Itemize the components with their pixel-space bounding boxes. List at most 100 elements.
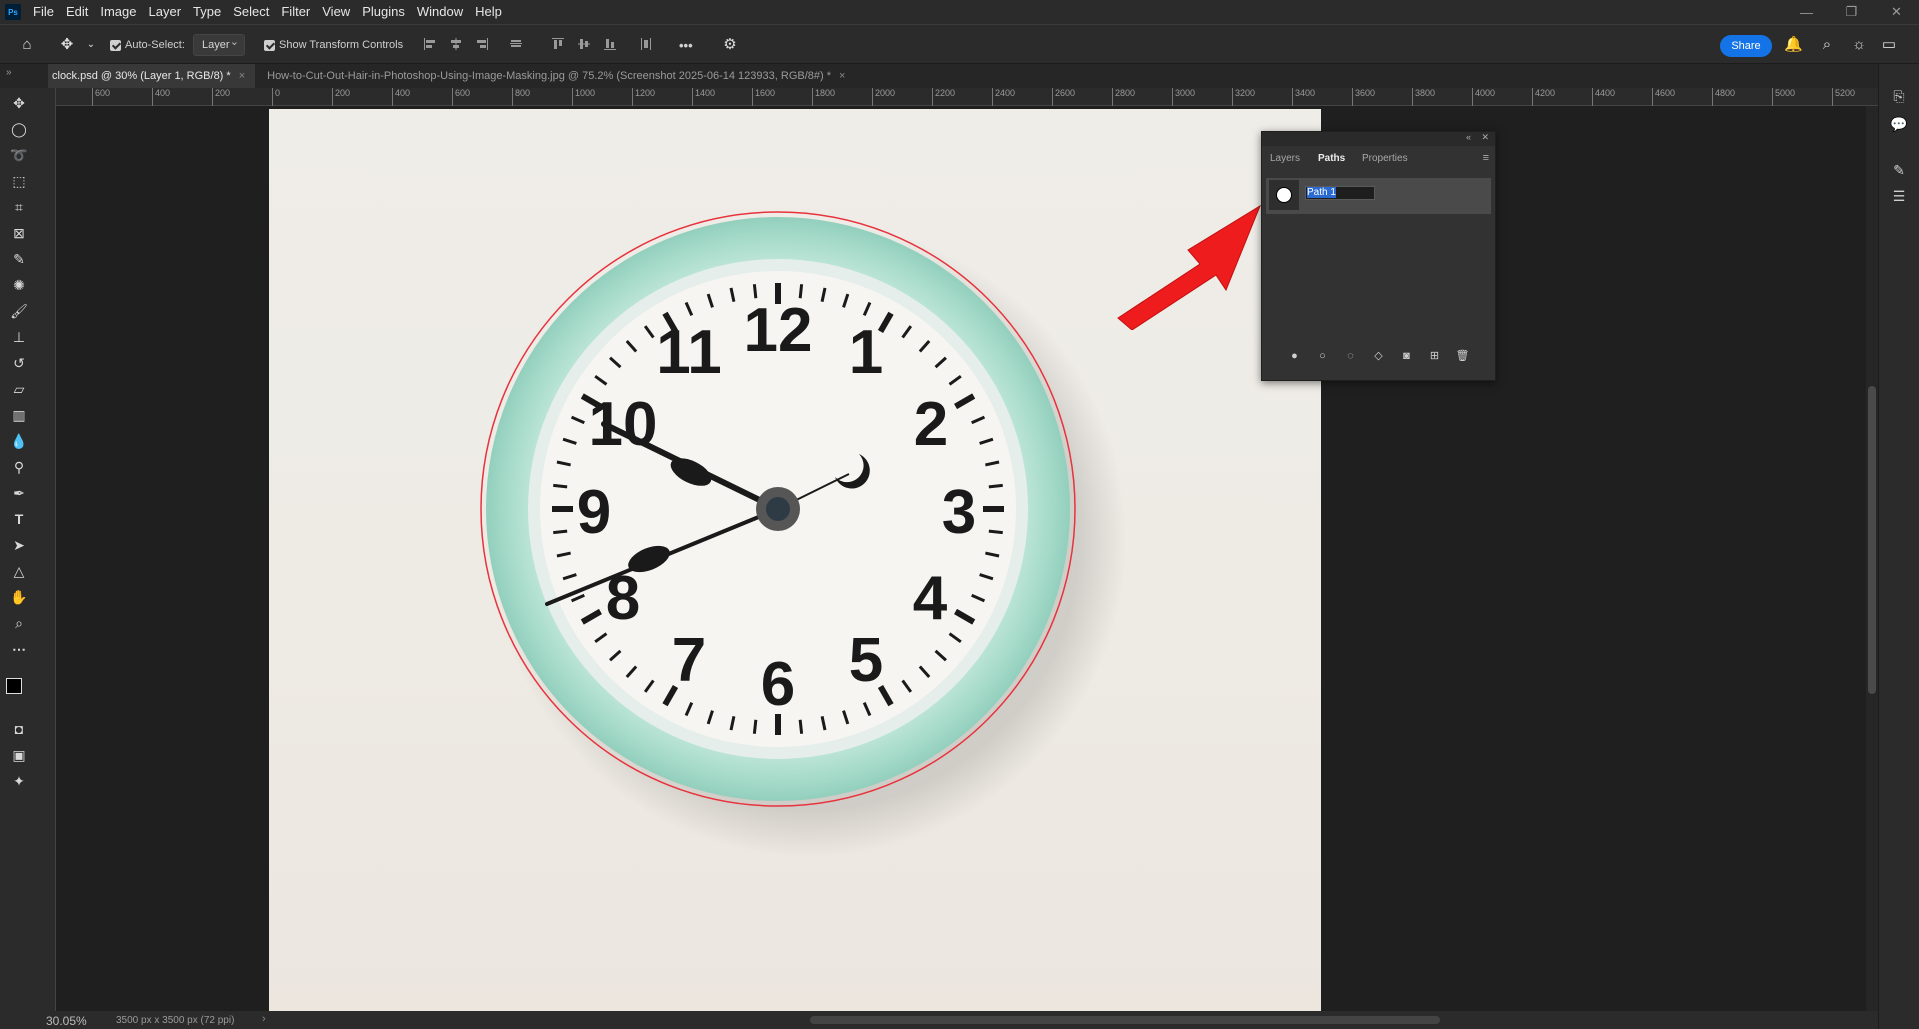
- add-mask-icon[interactable]: ◙: [1400, 349, 1414, 363]
- tab-paths[interactable]: Paths: [1318, 146, 1345, 172]
- brush-settings-icon[interactable]: ✎: [1889, 160, 1909, 180]
- distribute-icon[interactable]: [639, 37, 653, 51]
- align-top-edges-icon[interactable]: [509, 37, 523, 51]
- close-icon[interactable]: ×: [239, 70, 245, 82]
- stroke-path-icon[interactable]: ○: [1316, 349, 1330, 363]
- align-vertical-centers-icon[interactable]: [577, 37, 591, 51]
- menu-filter[interactable]: Filter: [275, 0, 316, 24]
- show-transform-controls-label: Show Transform Controls: [279, 39, 404, 51]
- path-row[interactable]: Path 1: [1266, 178, 1491, 214]
- vertical-scroll-thumb[interactable]: [1868, 386, 1876, 694]
- align-horizontal-centers-icon[interactable]: [449, 37, 463, 51]
- object-selection-icon[interactable]: ⬚: [8, 170, 30, 192]
- minute-tick: [553, 529, 568, 535]
- menu-file[interactable]: File: [27, 0, 60, 24]
- tool-preset-chevron-icon[interactable]: ⌄: [82, 36, 100, 54]
- generative-icon[interactable]: ✦: [8, 770, 30, 792]
- tab-properties[interactable]: Properties: [1362, 146, 1408, 172]
- close-icon[interactable]: ✕: [1481, 132, 1489, 143]
- home-icon[interactable]: ⌂: [18, 36, 36, 54]
- menu-help[interactable]: Help: [469, 0, 508, 24]
- auto-select-target-dropdown[interactable]: Layer: [193, 32, 245, 56]
- align-right-edges-icon[interactable]: [475, 37, 489, 51]
- more-options-button[interactable]: •••: [679, 25, 693, 65]
- close-icon[interactable]: ✕: [1874, 0, 1919, 24]
- share-button[interactable]: Share: [1720, 35, 1772, 57]
- checkbox-checked-icon: [110, 39, 121, 51]
- trash-icon[interactable]: 🗑: [1456, 349, 1470, 363]
- tab-hair-masking-jpg[interactable]: How-to-Cut-Out-Hair-in-Photoshop-Using-I…: [255, 64, 855, 88]
- ruler-tick: 1400: [692, 88, 715, 106]
- zoom-level[interactable]: 30.05%: [46, 1014, 87, 1028]
- ruler-tick: 3800: [1412, 88, 1435, 106]
- pen-icon[interactable]: ✒: [8, 482, 30, 504]
- elliptical-marquee-icon[interactable]: ◯: [8, 118, 30, 140]
- menu-plugins[interactable]: Plugins: [356, 0, 411, 24]
- foreground-color-swatch[interactable]: [6, 678, 22, 694]
- more-tools-icon[interactable]: ⋯: [8, 638, 30, 660]
- circle-path-icon: [1276, 187, 1292, 203]
- crop-icon[interactable]: ⌗: [8, 196, 30, 218]
- zoom-icon[interactable]: ⌕: [8, 612, 30, 634]
- clone-stamp-icon[interactable]: ⊥: [8, 326, 30, 348]
- frame-icon[interactable]: ⊠: [8, 222, 30, 244]
- search-icon[interactable]: ⌕: [1818, 36, 1836, 54]
- align-left-edges-icon[interactable]: [423, 37, 437, 51]
- menu-type[interactable]: Type: [187, 0, 227, 24]
- blur-icon[interactable]: 💧: [8, 430, 30, 452]
- adjustments-icon[interactable]: ☰: [1889, 186, 1909, 206]
- panel-menu-icon[interactable]: ≡: [1483, 152, 1489, 164]
- bell-icon[interactable]: 🔔: [1784, 36, 1803, 54]
- create-new-path-icon[interactable]: ⊞: [1428, 349, 1442, 363]
- fill-path-icon[interactable]: ●: [1288, 349, 1302, 363]
- restore-icon[interactable]: ❐: [1829, 0, 1874, 24]
- menu-view[interactable]: View: [316, 0, 356, 24]
- quick-mask-icon[interactable]: ◘: [8, 718, 30, 740]
- hand-icon[interactable]: ✋: [8, 586, 30, 608]
- eraser-icon[interactable]: ▱: [8, 378, 30, 400]
- move-tool-icon[interactable]: ✥: [58, 36, 76, 54]
- type-icon[interactable]: T: [8, 508, 30, 530]
- align-vertical-top-icon[interactable]: [551, 37, 565, 51]
- align-bottom-edges-icon[interactable]: [603, 37, 617, 51]
- comments-icon[interactable]: 💬: [1889, 114, 1909, 134]
- menu-window[interactable]: Window: [411, 0, 469, 24]
- tab-layers[interactable]: Layers: [1270, 146, 1300, 172]
- screen-mode-icon[interactable]: ▣: [8, 744, 30, 766]
- tab-clock-psd[interactable]: clock.psd @ 30% (Layer 1, RGB/8) * ×: [48, 64, 256, 88]
- ruler-tick: 3000: [1172, 88, 1195, 106]
- menu-layer[interactable]: Layer: [143, 0, 188, 24]
- options-bar: ⌂ ✥ ⌄ Auto-Select: Layer Show Transform …: [0, 24, 1919, 64]
- panel-title-bar[interactable]: « ✕: [1262, 132, 1495, 146]
- history-panel-icon[interactable]: ⎘: [1889, 86, 1909, 106]
- load-path-as-selection-icon[interactable]: ◌: [1344, 349, 1358, 363]
- make-work-path-icon[interactable]: ◇: [1372, 349, 1386, 363]
- workspace-icon[interactable]: ▭: [1880, 36, 1898, 54]
- collapse-chevrons-icon[interactable]: »: [6, 67, 12, 78]
- shape-icon[interactable]: △: [8, 560, 30, 582]
- show-transform-controls-checkbox[interactable]: Show Transform Controls: [264, 25, 403, 65]
- auto-select-checkbox[interactable]: Auto-Select:: [110, 25, 185, 65]
- move-tool-icon[interactable]: ✥: [8, 92, 30, 114]
- history-brush-icon[interactable]: ↺: [8, 352, 30, 374]
- discover-lightbulb-icon[interactable]: ☼: [1850, 36, 1868, 54]
- gradient-icon[interactable]: ▥: [8, 404, 30, 426]
- minimize-icon[interactable]: —: [1784, 0, 1829, 24]
- vertical-scrollbar[interactable]: [1866, 106, 1878, 1020]
- close-icon[interactable]: ×: [839, 70, 845, 82]
- eyedropper-icon[interactable]: ✎: [8, 248, 30, 270]
- menu-edit[interactable]: Edit: [60, 0, 94, 24]
- lasso-icon[interactable]: ➰: [8, 144, 30, 166]
- healing-brush-icon[interactable]: ✺: [8, 274, 30, 296]
- path-name-field[interactable]: Path 1: [1305, 186, 1375, 200]
- path-selection-icon[interactable]: ➤: [8, 534, 30, 556]
- chevron-right-icon[interactable]: ›: [262, 1013, 266, 1025]
- menu-image[interactable]: Image: [94, 0, 142, 24]
- gear-icon[interactable]: ⚙: [721, 36, 739, 54]
- collapse-panel-icon[interactable]: «: [1466, 132, 1471, 142]
- menu-select[interactable]: Select: [227, 0, 275, 24]
- dodge-icon[interactable]: ⚲: [8, 456, 30, 478]
- horizontal-scrollbar[interactable]: [280, 1014, 1860, 1026]
- brush-icon[interactable]: 🖌: [8, 300, 30, 322]
- horizontal-scroll-thumb[interactable]: [810, 1016, 1440, 1024]
